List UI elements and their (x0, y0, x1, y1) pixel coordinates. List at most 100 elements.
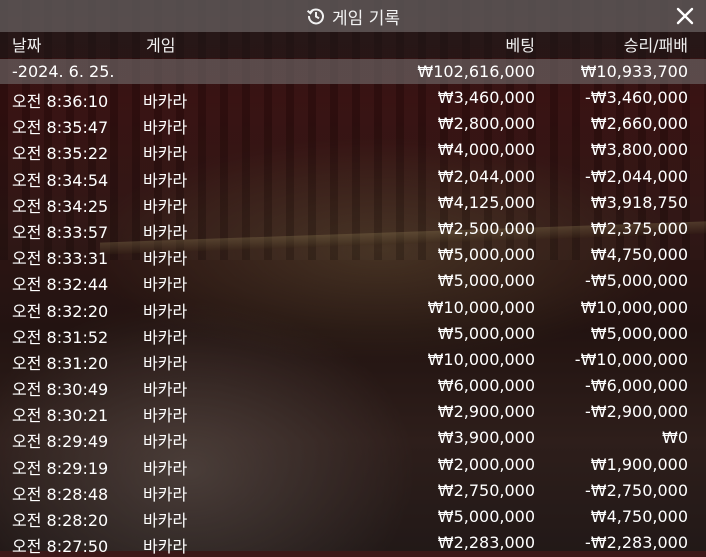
date-group-result-total: ₩10,933,700 (580, 62, 688, 81)
header-result: 승리/패배 (623, 36, 688, 55)
row-bet: ₩2,900,000 (437, 402, 535, 422)
row-result: -₩2,283,000 (584, 533, 688, 553)
close-button[interactable] (672, 3, 698, 29)
row-result: -₩2,044,000 (584, 166, 688, 186)
row-time: 오전 8:30:49 (12, 380, 109, 400)
row-game: 바카라 (143, 484, 188, 504)
row-result: -₩10,000,000 (574, 349, 688, 369)
row-game: 바카라 (143, 406, 188, 426)
row-bet: ₩3,900,000 (437, 428, 535, 448)
table-row[interactable]: 오전 8:36:10 바카라 ₩3,460,000 -₩3,460,000 (0, 85, 706, 111)
row-bet: ₩2,800,000 (437, 114, 535, 134)
row-time: 오전 8:35:47 (12, 118, 109, 138)
close-icon (676, 7, 694, 25)
table-row[interactable]: 오전 8:27:50 바카라 ₩2,283,000 -₩2,283,000 (0, 530, 706, 556)
row-game: 바카라 (143, 537, 188, 557)
title-bar: 게임 기록 (0, 0, 706, 32)
row-game: 바카라 (143, 458, 188, 478)
row-bet: ₩3,460,000 (437, 88, 535, 107)
row-time: 오전 8:27:50 (12, 537, 109, 557)
table-row[interactable]: 오전 8:32:44 바카라 ₩5,000,000 -₩5,000,000 (0, 268, 706, 294)
row-game: 바카라 (143, 118, 188, 138)
row-time: 오전 8:31:52 (12, 327, 109, 347)
row-bet: ₩2,283,000 (437, 533, 535, 553)
row-time: 오전 8:28:20 (12, 511, 109, 530)
row-result: -₩2,750,000 (584, 480, 688, 500)
row-time: 오전 8:33:31 (12, 249, 109, 269)
table-row[interactable]: 오전 8:33:57 바카라 ₩2,500,000 ₩2,375,000 (0, 216, 706, 242)
row-time: 오전 8:28:48 (12, 484, 109, 504)
row-result: -₩6,000,000 (584, 376, 688, 396)
row-time: 오전 8:32:20 (12, 301, 109, 321)
table-header: 날짜 게임 베팅 승리/패배 (0, 32, 706, 58)
row-time: 오전 8:29:49 (12, 432, 109, 452)
row-game: 바카라 (143, 353, 188, 373)
history-icon (306, 6, 326, 26)
row-game: 바카라 (143, 170, 188, 190)
row-time: 오전 8:30:21 (12, 406, 109, 426)
row-result: ₩2,375,000 (590, 218, 688, 238)
row-result: ₩4,750,000 (590, 507, 688, 526)
row-bet: ₩10,000,000 (427, 349, 535, 369)
row-result: ₩2,660,000 (590, 114, 688, 134)
row-bet: ₩5,000,000 (437, 245, 535, 265)
table-row[interactable]: 오전 8:31:20 바카라 ₩10,000,000 -₩10,000,000 (0, 347, 706, 373)
row-time: 오전 8:33:57 (12, 222, 109, 242)
row-bet: ₩6,000,000 (437, 376, 535, 396)
game-history-panel: 게임 기록 날짜 게임 베팅 승리/패배 -2024. 6. 25. ₩102,… (0, 0, 706, 556)
table-row[interactable]: 오전 8:29:49 바카라 ₩3,900,000 ₩0 (0, 425, 706, 451)
date-group-bet-total: ₩102,616,000 (417, 62, 535, 81)
table-row[interactable]: 오전 8:28:48 바카라 ₩2,750,000 -₩2,750,000 (0, 478, 706, 504)
row-bet: ₩5,000,000 (437, 323, 535, 343)
row-bet: ₩2,044,000 (437, 166, 535, 186)
row-game: 바카라 (143, 380, 188, 400)
row-bet: ₩2,750,000 (437, 480, 535, 500)
row-time: 오전 8:34:25 (12, 196, 109, 216)
date-group-row[interactable]: -2024. 6. 25. ₩102,616,000 ₩10,933,700 (0, 59, 706, 84)
table-row[interactable]: 오전 8:30:21 바카라 ₩2,900,000 -₩2,900,000 (0, 399, 706, 425)
table-row[interactable]: 오전 8:32:20 바카라 ₩10,000,000 ₩10,000,000 (0, 295, 706, 321)
row-bet: ₩10,000,000 (427, 297, 535, 317)
row-result: -₩3,460,000 (584, 88, 688, 107)
table-row[interactable]: 오전 8:31:52 바카라 ₩5,000,000 ₩5,000,000 (0, 321, 706, 347)
row-game: 바카라 (143, 144, 188, 164)
row-game: 바카라 (143, 196, 188, 216)
header-date: 날짜 (12, 36, 42, 55)
row-bet: ₩2,000,000 (437, 454, 535, 474)
row-result: ₩10,000,000 (580, 297, 688, 317)
row-time: 오전 8:36:10 (12, 92, 109, 111)
row-result: ₩5,000,000 (590, 323, 688, 343)
row-time: 오전 8:32:44 (12, 275, 109, 295)
table-row[interactable]: 오전 8:34:25 바카라 ₩4,125,000 ₩3,918,750 (0, 190, 706, 216)
row-game: 바카라 (143, 275, 188, 295)
page-title: 게임 기록 (332, 8, 400, 29)
row-bet: ₩5,000,000 (437, 507, 535, 526)
row-game: 바카라 (143, 92, 188, 111)
row-result: -₩5,000,000 (584, 271, 688, 291)
row-result: ₩1,900,000 (590, 454, 688, 474)
row-time: 오전 8:34:54 (12, 170, 109, 190)
title-group: 게임 기록 (306, 4, 400, 29)
table-row[interactable]: 오전 8:33:31 바카라 ₩5,000,000 ₩4,750,000 (0, 242, 706, 268)
row-result: ₩3,918,750 (590, 192, 688, 212)
table-row[interactable]: 오전 8:35:47 바카라 ₩2,800,000 ₩2,660,000 (0, 111, 706, 137)
row-result: ₩4,750,000 (590, 245, 688, 265)
header-bet: 베팅 (505, 36, 535, 55)
row-bet: ₩2,500,000 (437, 218, 535, 238)
date-group-label: -2024. 6. 25. (12, 62, 115, 81)
row-bet: ₩4,125,000 (437, 192, 535, 212)
row-game: 바카라 (143, 249, 188, 269)
row-game: 바카라 (143, 432, 188, 452)
table-row[interactable]: 오전 8:35:22 바카라 ₩4,000,000 ₩3,800,000 (0, 137, 706, 163)
row-time: 오전 8:35:22 (12, 144, 109, 164)
table-row[interactable]: 오전 8:28:20 바카라 ₩5,000,000 ₩4,750,000 (0, 504, 706, 530)
row-bet: ₩4,000,000 (437, 140, 535, 160)
row-result: ₩3,800,000 (590, 140, 688, 160)
row-game: 바카라 (143, 222, 188, 242)
table-row[interactable]: 오전 8:30:49 바카라 ₩6,000,000 -₩6,000,000 (0, 373, 706, 399)
row-result: ₩0 (662, 428, 688, 448)
history-list: 오전 8:36:10 바카라 ₩3,460,000 -₩3,460,000 오전 8:3… (0, 85, 706, 556)
table-row[interactable]: 오전 8:34:54 바카라 ₩2,044,000 -₩2,044,000 (0, 164, 706, 190)
table-row[interactable]: 오전 8:29:19 바카라 ₩2,000,000 ₩1,900,000 (0, 452, 706, 478)
row-game: 바카라 (143, 511, 188, 530)
